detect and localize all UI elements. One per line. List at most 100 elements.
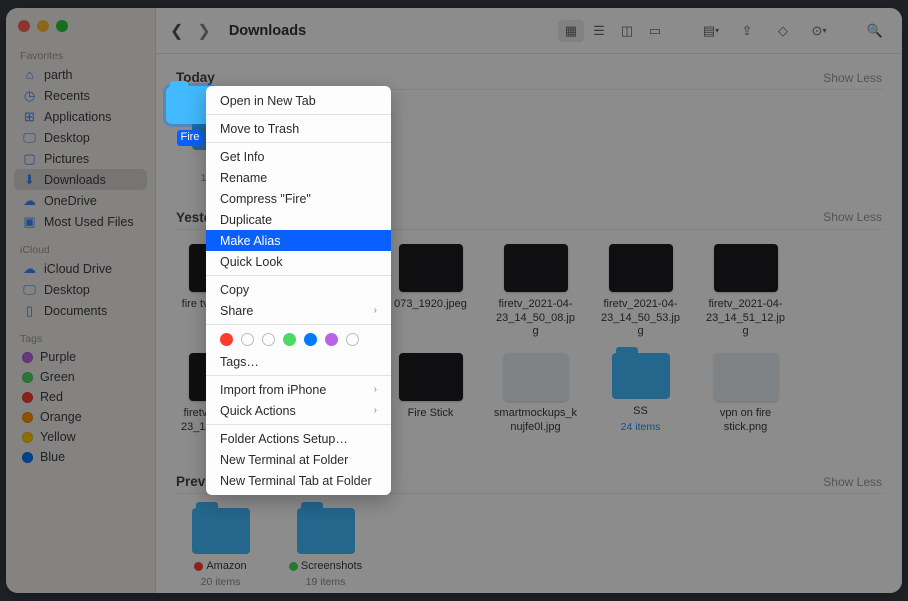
item-sub: 24 items [621,421,661,433]
sidebar-item-label: Most Used Files [44,215,134,229]
zoom-window-button[interactable] [56,20,68,32]
sidebar-item-recents[interactable]: ◷Recents [14,85,147,106]
home-icon: ⌂ [22,67,37,82]
ctx-tag-color[interactable] [220,333,233,346]
search-button[interactable]: 🔍 [862,20,888,42]
thumbnail-icon [504,244,568,292]
sidebar-item-purple[interactable]: Purple [14,347,147,367]
item-name: smartmockups_knujfe0l.jpg [493,407,578,435]
sidebar-section-icloud: iCloud [14,240,147,258]
tags-button[interactable]: ◇ [770,20,796,42]
view-icons-button[interactable]: ▦ [558,20,584,42]
file-item[interactable]: Amazon20 items [178,508,263,588]
ctx-move-to-trash[interactable]: Move to Trash [206,118,391,139]
thumbnail-icon [399,353,463,401]
ctx-quick-look[interactable]: Quick Look [206,251,391,272]
section-today-showless[interactable]: Show Less [823,71,882,85]
share-button[interactable]: ⇪ [734,20,760,42]
sidebar-item-downloads[interactable]: ⬇Downloads [14,169,147,190]
ctx-duplicate[interactable]: Duplicate [206,209,391,230]
ctx-tag-color[interactable] [241,333,254,346]
ctx-quick-actions[interactable]: Quick Actions› [206,400,391,421]
item-sub: 19 items [306,576,346,588]
nav-forward-button[interactable]: ❯ [197,21,210,41]
ctx-tag-color[interactable] [283,333,296,346]
sidebar-item-icloud-drive[interactable]: ☁iCloud Drive [14,258,147,279]
file-item[interactable]: 073_1920.jpeg [388,244,473,339]
item-name: SS [633,405,648,419]
ctx-tags[interactable]: Tags… [206,351,391,372]
folder-icon [297,508,355,554]
sidebar-item-desktop[interactable]: 🖵Desktop [14,127,147,148]
desktop-icon: 🖵 [22,282,37,297]
thumbnail-icon [609,244,673,292]
file-item[interactable]: vpn on fire stick.png [703,353,788,448]
sidebar-item-green[interactable]: Green [14,367,147,387]
sidebar-item-label: Desktop [44,131,90,145]
folder-icon [192,508,250,554]
file-item[interactable]: smartmockups_knujfe0l.jpg [493,353,578,448]
tag-dot-icon [22,352,33,363]
file-item[interactable]: firetv_2021-04-23_14_50_08.jpg [493,244,578,339]
item-name: firetv_2021-04-23_14_50_53.jpg [598,298,683,339]
sidebar-item-documents[interactable]: ▯Documents [14,300,147,321]
tag-dot-icon [22,412,33,423]
sidebar-item-label: OneDrive [44,194,97,208]
ctx-copy[interactable]: Copy [206,279,391,300]
item-name: vpn on fire stick.png [703,407,788,435]
file-item[interactable]: firetv_2021-04-23_14_50_53.jpg [598,244,683,339]
ctx-make-alias[interactable]: Make Alias [206,230,391,251]
sidebar-item-label: Applications [44,110,111,124]
pictures-icon: ▢ [22,151,37,166]
sidebar-item-pictures[interactable]: ▢Pictures [14,148,147,169]
minimize-window-button[interactable] [37,20,49,32]
sidebar-item-label: Documents [44,304,107,318]
nav-back-button[interactable]: ❮ [170,21,183,41]
tag-dot-icon [22,452,33,463]
sidebar-item-most-used-files[interactable]: ▣Most Used Files [14,211,147,232]
cloud-icon: ☁ [22,193,37,208]
ctx-rename[interactable]: Rename [206,167,391,188]
ctx-tag-color[interactable] [262,333,275,346]
clock-icon: ◷ [22,88,37,103]
view-list-button[interactable]: ☰ [586,20,612,42]
more-button[interactable]: ⊙▾ [806,20,832,42]
ctx-tag-color[interactable] [346,333,359,346]
sidebar-item-label: Orange [40,410,82,424]
sidebar-item-yellow[interactable]: Yellow [14,427,147,447]
section-yesterday-showless[interactable]: Show Less [823,210,882,224]
group-by-button[interactable]: ▤▾ [698,20,724,42]
sidebar-item-onedrive[interactable]: ☁ OneDrive [14,190,147,211]
ctx-open-new-tab[interactable]: Open in New Tab [206,90,391,111]
window-title: Downloads [229,23,306,39]
ctx-tag-color[interactable] [304,333,317,346]
ctx-folder-actions[interactable]: Folder Actions Setup… [206,428,391,449]
ctx-get-info[interactable]: Get Info [206,146,391,167]
file-item[interactable]: Fire Stick [388,353,473,448]
ctx-tag-color[interactable] [325,333,338,346]
view-gallery-button[interactable]: ▭ [642,20,668,42]
sidebar-item-blue[interactable]: Blue [14,447,147,467]
sidebar-item-red[interactable]: Red [14,387,147,407]
close-window-button[interactable] [18,20,30,32]
sidebar-item-orange[interactable]: Orange [14,407,147,427]
sidebar-item-parth[interactable]: ⌂parth [14,64,147,85]
ctx-share[interactable]: Share› [206,300,391,321]
selected-item-name[interactable]: Fire [177,130,204,146]
section-previous-showless[interactable]: Show Less [823,475,882,489]
sidebar: Favorites ⌂parth◷Recents⊞Applications🖵De… [6,8,156,593]
sidebar-item-applications[interactable]: ⊞Applications [14,106,147,127]
sidebar-item-desktop[interactable]: 🖵Desktop [14,279,147,300]
ctx-compress[interactable]: Compress "Fire" [206,188,391,209]
file-item[interactable]: SS 24 items [598,353,683,448]
file-item[interactable]: Screenshots19 items [283,508,368,588]
ctx-new-terminal[interactable]: New Terminal at Folder [206,449,391,470]
view-switcher: ▦ ☰ ◫ ▭ [558,20,668,42]
ctx-import-iphone[interactable]: Import from iPhone› [206,379,391,400]
ctx-new-terminal-tab[interactable]: New Terminal Tab at Folder [206,470,391,491]
sidebar-item-label: iCloud Drive [44,262,112,276]
file-item[interactable]: firetv_2021-04-23_14_51_12.jpg [703,244,788,339]
sidebar-item-label: Blue [40,450,65,464]
view-columns-button[interactable]: ◫ [614,20,640,42]
sidebar-item-label: Downloads [44,173,106,187]
